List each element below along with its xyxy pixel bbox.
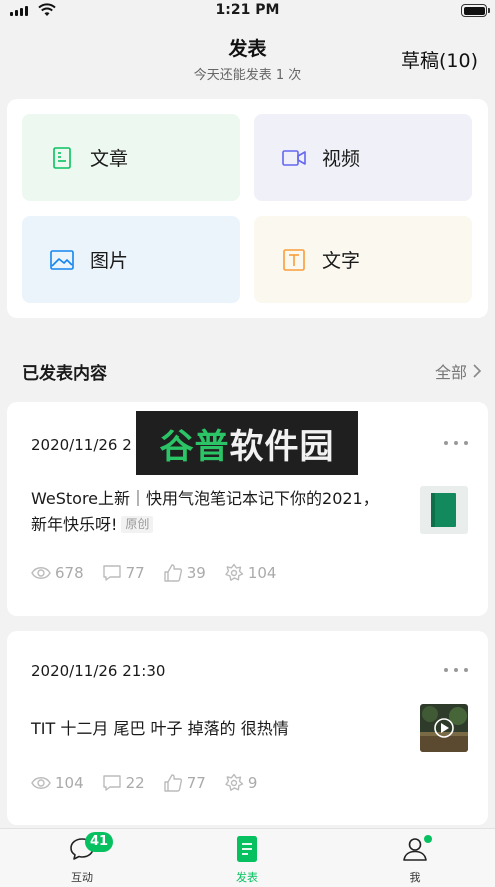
publish-document-icon [237,836,257,862]
post-title: WeStore上新｜快用气泡笔记本记下你的2021，新年快乐呀! 原创 [31,486,391,538]
post-thumbnail [420,704,468,752]
header: 发表 今天还能发表 1 次 草稿(10) [0,22,495,92]
publish-options-card: 文章 视频 图片 文字 [7,99,488,318]
publish-article-button[interactable]: 文章 [22,114,240,201]
original-tag: 原创 [121,516,154,533]
views-count: 104 [55,774,84,792]
comment-icon [102,775,121,791]
publish-text-button[interactable]: 文字 [254,216,472,303]
publish-image-label: 图片 [90,250,129,272]
eye-icon [31,777,51,789]
post-title-text: TIT 十二月 尾巴 叶子 掉落的 很热情 [31,719,289,738]
comments-count: 22 [125,774,145,792]
status-time: 1:21 PM [215,2,280,18]
tab-publish-label: 发表 [236,871,258,884]
unread-badge: 41 [85,832,114,852]
post-title: TIT 十二月 尾巴 叶子 掉落的 很热情 [31,716,391,742]
view-all-button[interactable]: 全部 [435,359,481,383]
text-icon [283,249,305,271]
more-dot-icon [454,441,458,445]
post-stats: 678 77 39 104 [31,563,276,583]
publish-article-label: 文章 [90,148,129,170]
comments-stat: 77 [102,563,145,583]
views-stat: 678 [31,563,84,583]
thumbs-up-icon [164,564,182,582]
video-thumbnail-icon [420,704,468,752]
tab-me-label: 我 [409,871,421,884]
flower-share-icon [225,773,244,791]
shares-stat: 104 [224,563,277,583]
video-icon [282,150,306,166]
likes-stat: 77 [163,773,206,793]
likes-count: 39 [186,564,206,582]
post-stats: 104 22 77 9 [31,773,257,793]
publish-video-label: 视频 [322,148,361,170]
article-icon [53,147,71,169]
publish-text-label: 文字 [322,250,361,272]
shares-stat: 9 [224,773,258,793]
tab-interact[interactable]: 41 互动 [32,832,132,885]
more-dot-icon [444,668,448,672]
thumbs-up-icon [164,774,182,792]
eye-icon [31,567,51,579]
likes-stat: 39 [163,563,206,583]
notification-dot [424,835,432,843]
post-card[interactable]: 2020/11/26 21:30 TIT 十二月 尾巴 叶子 掉落的 很热情 1… [7,631,488,825]
watermark-overlay: 谷普 软件园 [136,411,358,475]
likes-count: 77 [186,774,206,792]
image-icon [50,250,74,270]
views-stat: 104 [31,773,84,793]
more-dot-icon [444,441,448,445]
views-count: 678 [55,564,84,582]
watermark-text-green: 谷普 [159,426,230,467]
post-date: 2020/11/26 21:30 [31,662,166,680]
chevron-right-icon [473,364,481,378]
more-dot-icon [464,668,468,672]
comments-count: 77 [125,564,145,582]
more-options-button[interactable] [444,665,468,675]
publish-video-button[interactable]: 视频 [254,114,472,201]
more-dot-icon [464,441,468,445]
post-thumbnail [420,486,468,534]
more-dot-icon [454,668,458,672]
view-all-label: 全部 [434,363,467,382]
watermark-text-white: 软件园 [229,426,335,467]
battery-icon [461,4,490,17]
shares-count: 104 [247,564,277,582]
flower-share-icon [225,563,244,581]
more-options-button[interactable] [444,438,468,448]
status-bar: 1:21 PM [0,0,495,22]
comment-icon [102,565,121,581]
post-date: 2020/11/26 2 [31,436,132,454]
tab-publish[interactable]: 发表 [197,833,297,885]
notebook-thumbnail-icon [420,486,468,534]
tab-me[interactable]: 我 [365,833,465,885]
comments-stat: 22 [102,773,145,793]
shares-count: 9 [247,774,258,792]
tab-interact-label: 互动 [71,871,93,884]
publish-image-button[interactable]: 图片 [22,216,240,303]
tab-bar: 41 互动 发表 我 [0,828,495,887]
published-section-title: 已发表内容 [22,364,107,384]
screen: 1:21 PM 发表 今天还能发表 1 次 草稿(10) 文章 视频 图片 文字… [0,0,495,887]
drafts-button[interactable]: 草稿(10) [401,46,478,73]
post-title-text: WeStore上新｜快用气泡笔记本记下你的2021，新年快乐呀! [31,489,379,534]
